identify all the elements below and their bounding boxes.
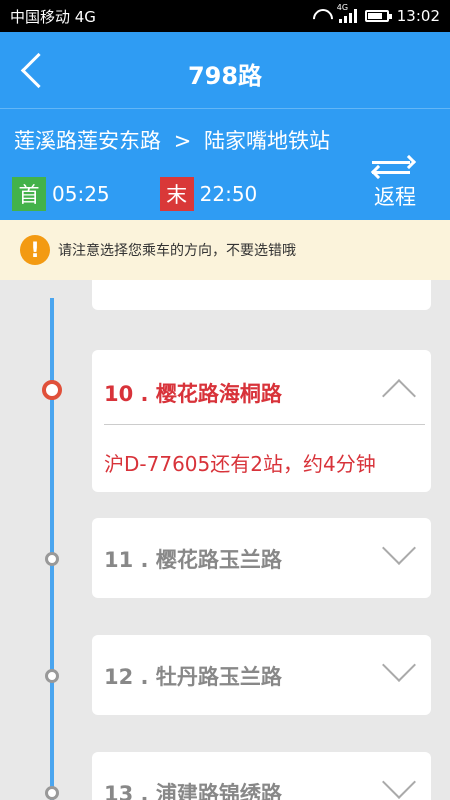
station-dot-active	[42, 380, 62, 400]
station-card[interactable]: 13 . 浦建路锦绣路	[92, 752, 431, 800]
network-type-label: 4G	[336, 3, 349, 12]
swap-direction-icon	[370, 153, 420, 180]
status-bar: 中国移动 4G 4G 13:02	[0, 0, 450, 32]
return-trip-label: 返程	[374, 185, 416, 209]
route-end: 陆家嘴地铁站	[203, 129, 330, 153]
page-title: 798路	[187, 62, 263, 90]
last-bus-time: 22:50	[199, 182, 258, 206]
station-name: 13 . 浦建路锦绣路	[104, 782, 282, 800]
route-start: 莲溪路莲安东路	[14, 129, 161, 153]
warning-icon: !	[20, 235, 50, 265]
chevron-down-icon[interactable]	[382, 765, 416, 799]
chevron-down-icon[interactable]	[382, 648, 416, 682]
last-bus-badge: 末	[159, 177, 194, 211]
wifi-icon	[311, 9, 331, 23]
station-list[interactable]: 10 . 樱花路海桐路 沪D-77605还有2站，约4分钟 11 . 樱花路玉兰…	[0, 280, 450, 800]
status-icons: 4G 13:02	[311, 3, 440, 25]
first-bus-time: 05:25	[52, 182, 110, 206]
return-trip-button[interactable]: 返程	[370, 153, 420, 211]
station-name: 12 . 牡丹路玉兰路	[104, 665, 282, 689]
station-dot	[45, 669, 59, 683]
carrier-label: 中国移动 4G	[10, 7, 96, 26]
chevron-up-icon[interactable]	[382, 379, 416, 413]
route-timeline	[50, 298, 54, 800]
direction-notice: ! 请注意选择您乘车的方向，不要选错哦	[0, 220, 450, 280]
route-panel: 莲溪路莲安东路 > 陆家嘴地铁站 首 05:25 末 22:50 返程	[0, 108, 450, 220]
station-card[interactable]: 11 . 樱花路玉兰路	[92, 518, 431, 598]
clock: 13:02	[396, 7, 440, 25]
station-card[interactable]: 12 . 牡丹路玉兰路	[92, 635, 431, 715]
station-card-previous[interactable]	[92, 280, 431, 310]
route-direction: 莲溪路莲安东路 > 陆家嘴地铁站	[14, 125, 330, 155]
station-card-active[interactable]: 10 . 樱花路海桐路 沪D-77605还有2站，约4分钟	[92, 350, 431, 492]
app-header: 798路	[0, 32, 450, 108]
signal-icon: 4G	[337, 3, 357, 23]
station-dot	[45, 552, 59, 566]
station-dot	[45, 786, 59, 800]
chevron-down-icon[interactable]	[382, 531, 416, 565]
first-bus-badge: 首	[12, 177, 46, 211]
route-arrow: >	[173, 129, 192, 153]
station-name: 10 . 樱花路海桐路	[104, 382, 282, 406]
service-hours: 首 05:25 末 22:50	[12, 177, 257, 211]
divider	[104, 424, 425, 425]
station-name: 11 . 樱花路玉兰路	[104, 548, 282, 572]
battery-icon	[364, 10, 392, 22]
notice-text: 请注意选择您乘车的方向，不要选错哦	[58, 243, 296, 259]
bus-arrival-info: 沪D-77605还有2站，约4分钟	[104, 452, 376, 476]
